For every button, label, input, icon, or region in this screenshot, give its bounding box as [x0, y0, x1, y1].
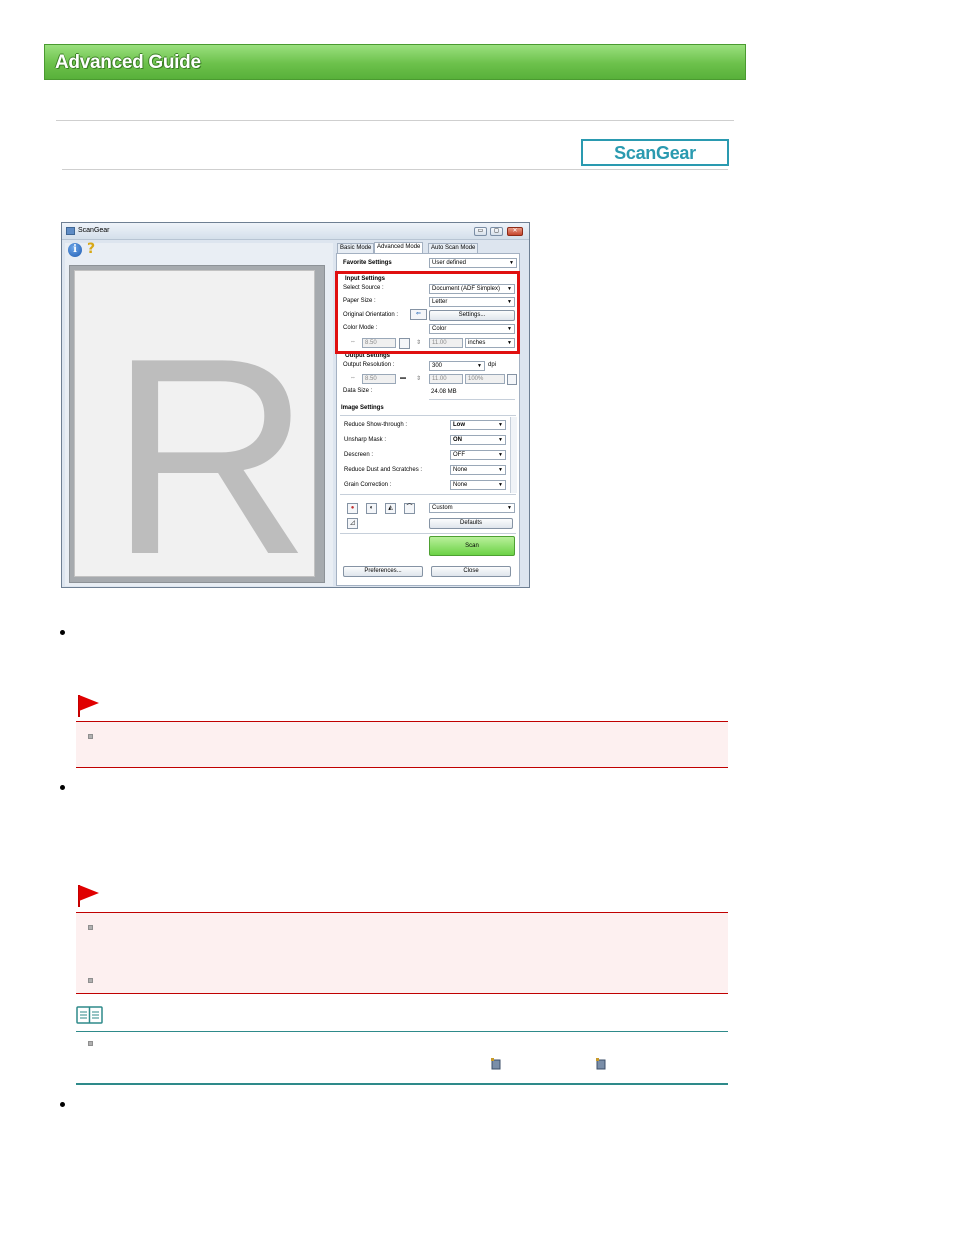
preview-page: R	[74, 270, 315, 577]
divider	[62, 169, 728, 170]
image-settings-heading: Image Settings	[341, 405, 384, 411]
scangear-badge-label: ScanGear	[614, 143, 696, 163]
unsharp-mask-value: ON	[453, 437, 462, 443]
output-width-value: 8.50	[365, 376, 377, 382]
reduce-dust-label: Reduce Dust and Scratches :	[344, 467, 423, 473]
favorite-settings-value: User defined	[432, 260, 467, 266]
height-icon: ⇕	[416, 376, 422, 382]
favorite-settings-label: Favorite Settings	[343, 260, 392, 266]
app-icon	[66, 227, 75, 235]
output-height-field[interactable]: 11.00	[429, 374, 463, 384]
output-resolution-value: 300	[432, 363, 443, 369]
list-square	[88, 925, 93, 930]
threshold-icon[interactable]: ◿	[347, 518, 358, 529]
output-width-field[interactable]: 8.50	[362, 374, 396, 384]
data-size-value: 24.08 MB	[431, 389, 457, 395]
tone-preset-dropdown[interactable]: Custom ▼	[429, 503, 515, 513]
note-book-icon	[76, 1006, 103, 1024]
maximize-button[interactable]: ◻	[490, 227, 503, 236]
list-bullet	[60, 785, 65, 790]
scangear-badge[interactable]: ScanGear	[581, 139, 729, 166]
reduce-show-through-dropdown[interactable]: Low ▼	[450, 420, 506, 430]
defaults-button[interactable]: Defaults	[429, 518, 513, 529]
divider	[340, 494, 516, 495]
grain-correction-value: None	[453, 482, 468, 488]
divider	[429, 399, 515, 400]
window-title: ScanGear	[78, 227, 110, 234]
note-box	[76, 1031, 728, 1085]
chevron-down-icon: ▼	[498, 452, 503, 458]
chevron-down-icon: ▼	[498, 467, 503, 473]
preferences-button[interactable]: Preferences...	[343, 566, 423, 577]
list-square	[88, 978, 93, 983]
divider	[340, 415, 516, 416]
width-icon: ⇔	[350, 375, 356, 381]
list-bullet	[60, 630, 65, 635]
help-icon[interactable]: ?	[87, 241, 95, 257]
list-square	[88, 734, 93, 739]
important-box	[76, 721, 728, 768]
close-window-button[interactable]: ✕	[507, 227, 523, 236]
scale-field[interactable]: 100%	[465, 374, 505, 384]
important-flag-icon	[76, 885, 100, 907]
output-resolution-dropdown[interactable]: 300 ▼	[429, 361, 485, 371]
chevron-down-icon: ▼	[498, 437, 503, 443]
window-titlebar: ScanGear ▭ ◻ ✕	[62, 223, 529, 240]
grain-correction-dropdown[interactable]: None ▼	[450, 480, 506, 490]
important-flag-icon	[76, 695, 100, 717]
crop-frame-icon	[596, 1058, 606, 1070]
close-button[interactable]: Close	[431, 566, 511, 577]
reduce-show-through-label: Reduce Show-through :	[344, 422, 408, 428]
crop-frame-icon	[491, 1058, 501, 1070]
reduce-show-through-value: Low	[453, 422, 465, 428]
histogram-icon[interactable]: ◭	[385, 503, 396, 514]
list-bullet	[60, 1102, 65, 1107]
data-size-label: Data Size :	[343, 388, 373, 394]
scale-value: 100%	[468, 376, 484, 382]
scale-stepper[interactable]	[507, 374, 517, 385]
important-box	[76, 912, 728, 994]
unsharp-mask-label: Unsharp Mask :	[344, 437, 387, 443]
scan-button[interactable]: Scan	[429, 536, 515, 556]
brightness-icon[interactable]: ◐	[366, 503, 377, 514]
reduce-dust-value: None	[453, 467, 468, 473]
output-height-value: 11.00	[432, 376, 447, 382]
list-square	[88, 1041, 93, 1046]
preview-letter: R	[109, 301, 312, 577]
divider	[340, 533, 516, 534]
tone-curve-icon[interactable]: ⌒	[404, 503, 415, 514]
minimize-button[interactable]: ▭	[474, 227, 487, 236]
header-title: Advanced Guide	[55, 52, 201, 73]
unsharp-mask-dropdown[interactable]: ON ▼	[450, 435, 506, 445]
info-icon[interactable]: i	[68, 243, 82, 257]
descreen-label: Descreen :	[344, 452, 374, 458]
output-resolution-label: Output Resolution :	[343, 362, 395, 368]
descreen-dropdown[interactable]: OFF ▼	[450, 450, 506, 460]
link-icon: ▬	[400, 375, 406, 381]
chevron-down-icon: ▼	[477, 363, 482, 369]
dpi-label: dpi	[488, 362, 497, 368]
favorite-settings-dropdown[interactable]: User defined ▼	[429, 258, 517, 268]
reduce-dust-dropdown[interactable]: None ▼	[450, 465, 506, 475]
input-settings-highlight	[335, 271, 520, 354]
chevron-down-icon: ▼	[507, 505, 512, 511]
grain-correction-label: Grain Correction :	[344, 482, 392, 488]
header-banner: Advanced Guide	[44, 44, 746, 80]
chevron-down-icon: ▼	[498, 482, 503, 488]
tone-preset-value: Custom	[432, 505, 453, 511]
saturation-icon[interactable]: ●	[347, 503, 358, 514]
chevron-down-icon: ▼	[509, 260, 514, 266]
image-settings-scrollbar[interactable]	[510, 417, 517, 493]
chevron-down-icon: ▼	[498, 422, 503, 428]
descreen-value: OFF	[453, 452, 465, 458]
divider	[56, 120, 734, 121]
